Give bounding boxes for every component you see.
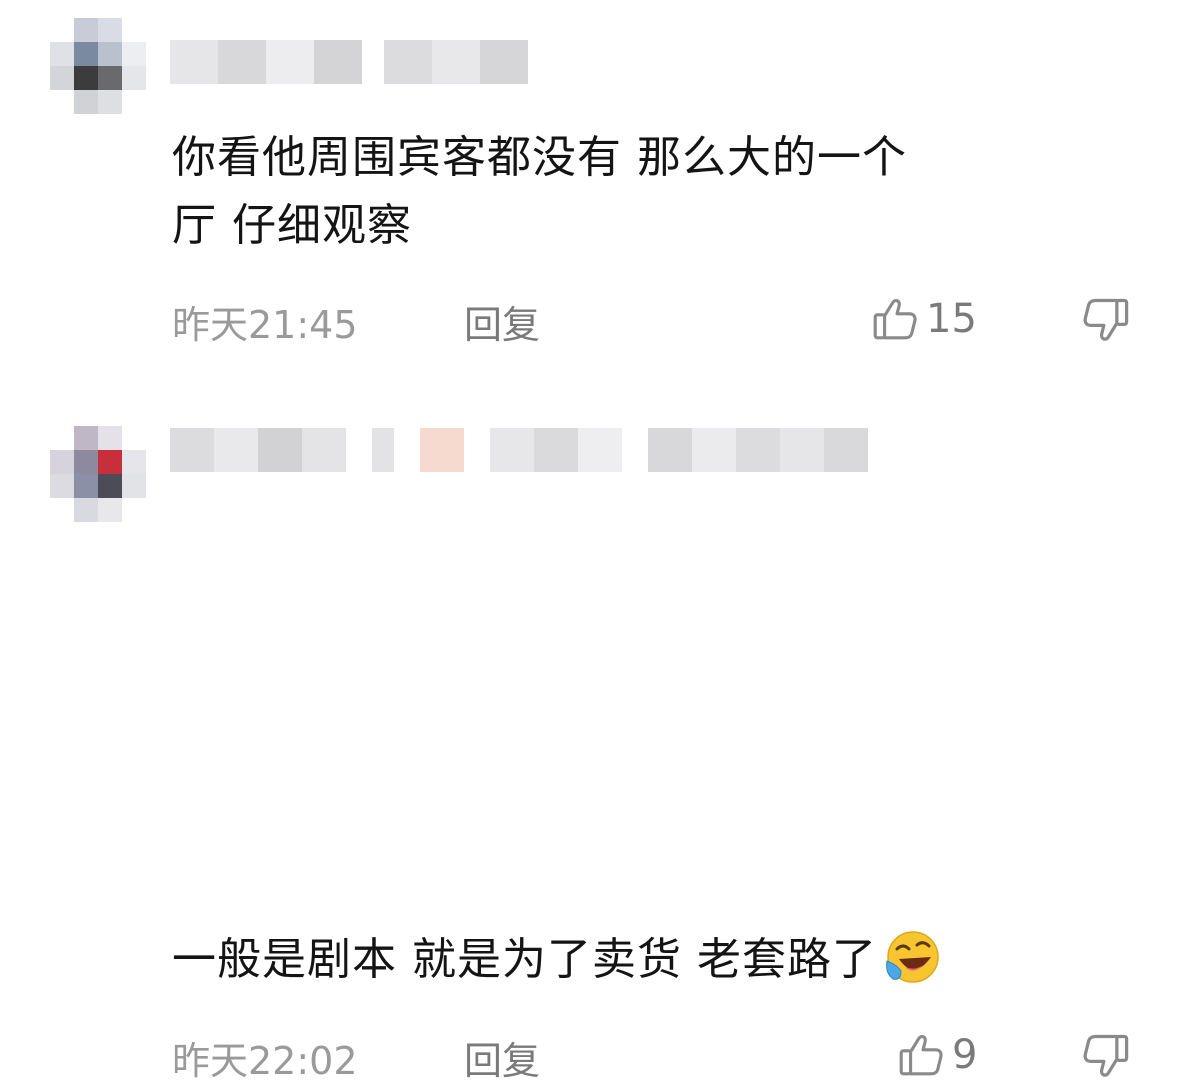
avatar[interactable] [50,18,146,114]
timestamp: 昨天22:02 [172,1038,358,1083]
like-button[interactable]: 15 [870,294,977,344]
like-count: 9 [952,1032,978,1078]
thumbs-up-icon [873,299,917,340]
reply-button[interactable]: 回复 [464,1030,540,1085]
dislike-button[interactable] [1080,294,1132,346]
dislike-button[interactable] [1080,1030,1132,1082]
reply-button[interactable]: 回复 [464,294,540,349]
comment-meta: 昨天21:45 回复 [172,294,540,349]
comment-text-line: 你看他周围宾客都没有 那么大的一个 [172,132,907,183]
comment-text-line: 厅 仔细观察 [172,200,412,251]
comment-text-line: 一般是剧本 就是为了卖货 老套路了 [172,934,877,985]
timestamp: 昨天21:45 [172,302,358,347]
like-button[interactable]: 9 [896,1030,977,1080]
thumbs-down-icon [1083,298,1129,341]
comment-text: 你看他周围宾客都没有 那么大的一个 厅 仔细观察 [172,124,1152,260]
thumbs-down-icon [1083,1034,1129,1077]
comment-meta: 昨天22:02 回复 [172,1030,540,1085]
thumbs-up-icon [899,1035,943,1076]
comment-item: 你看他周围宾客都没有 那么大的一个 厅 仔细观察 昨天21:45 回复 15 [0,0,1188,370]
avatar[interactable] [50,426,146,522]
comment-text: 一般是剧本 就是为了卖货 老套路了 [172,926,1152,994]
laughing-tears-emoji-icon [886,931,939,983]
username-blurred[interactable] [170,40,528,84]
username-blurred[interactable] [170,428,868,472]
like-count: 15 [926,296,977,342]
